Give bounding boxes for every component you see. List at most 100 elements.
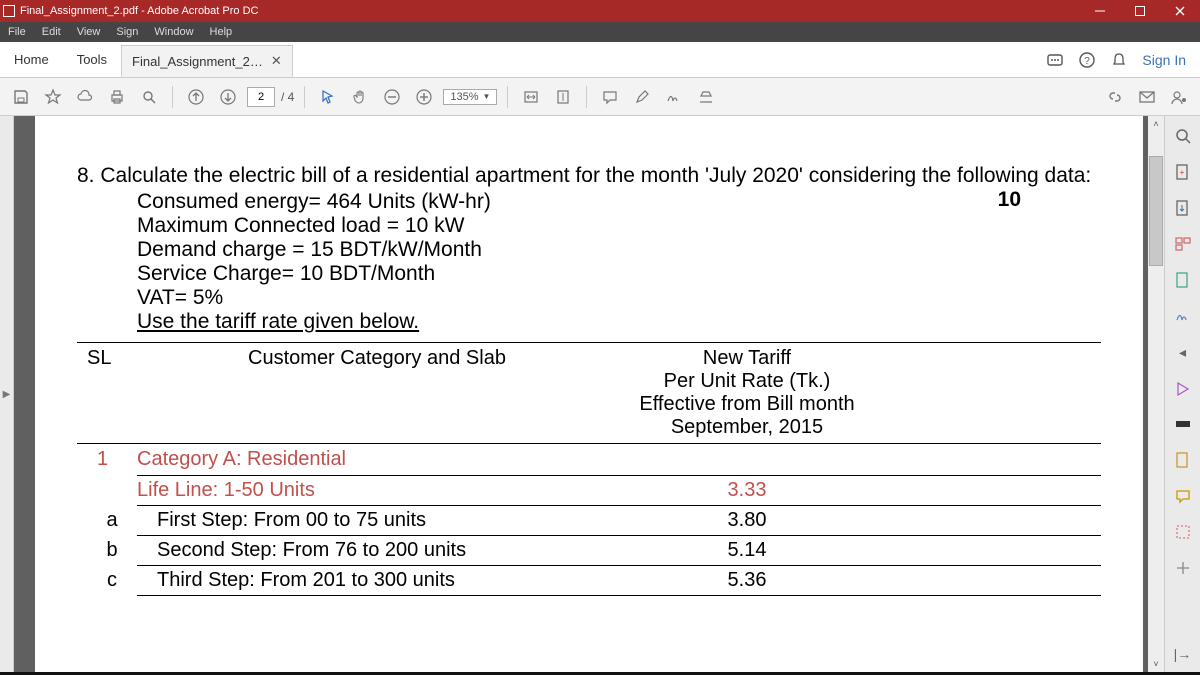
acrobat-icon bbox=[0, 5, 18, 17]
fill-sign-icon[interactable] bbox=[1171, 376, 1195, 400]
th-desc: Customer Category and Slab bbox=[137, 347, 617, 370]
maximize-button[interactable] bbox=[1120, 0, 1160, 22]
page-up-icon[interactable] bbox=[183, 84, 209, 110]
tools-pane: + ◂ |→ bbox=[1164, 116, 1200, 672]
data-line: Service Charge= 10 BDT/Month bbox=[137, 262, 1101, 286]
help-icon[interactable]: ? bbox=[1078, 51, 1096, 69]
stamp-icon[interactable] bbox=[693, 84, 719, 110]
tariff-sl: c bbox=[77, 569, 137, 592]
zoom-value: 135% bbox=[450, 91, 478, 103]
tariff-desc: Life Line: 1-50 Units bbox=[137, 479, 617, 502]
zoom-out-icon[interactable] bbox=[379, 84, 405, 110]
data-line: Demand charge = 15 BDT/kW/Month bbox=[137, 238, 1101, 262]
menu-view[interactable]: View bbox=[69, 26, 109, 38]
menu-sign[interactable]: Sign bbox=[108, 26, 146, 38]
svg-text:?: ? bbox=[1085, 56, 1091, 67]
document-area: ▶ 8. Calculate the electric bill of a re… bbox=[0, 116, 1200, 672]
window-title: Final_Assignment_2.pdf - Adobe Acrobat P… bbox=[18, 5, 1080, 17]
question-text: Calculate the electric bill of a residen… bbox=[100, 164, 1091, 187]
cat-name: Category A: Residential bbox=[137, 448, 617, 471]
search-tool-icon[interactable] bbox=[1171, 124, 1195, 148]
fit-width-icon[interactable] bbox=[518, 84, 544, 110]
cloud-icon[interactable] bbox=[72, 84, 98, 110]
optimize-icon[interactable] bbox=[1171, 556, 1195, 580]
menu-bar: File Edit View Sign Window Help bbox=[0, 22, 1200, 42]
zoom-select[interactable]: 135%▼ bbox=[443, 89, 497, 105]
edit-pdf-icon[interactable] bbox=[1171, 268, 1195, 292]
question-marks: 10 bbox=[998, 188, 1101, 212]
page-total-label: / 4 bbox=[281, 90, 294, 104]
create-pdf-icon[interactable]: + bbox=[1171, 160, 1195, 184]
tariff-sl: a bbox=[77, 509, 137, 532]
print-icon[interactable] bbox=[104, 84, 130, 110]
scroll-up-icon[interactable]: ˄ bbox=[1148, 116, 1164, 132]
highlight-icon[interactable] bbox=[629, 84, 655, 110]
tariff-desc: First Step: From 00 to 75 units bbox=[137, 509, 617, 532]
scroll-thumb[interactable] bbox=[1149, 156, 1163, 266]
hand-icon[interactable] bbox=[347, 84, 373, 110]
svg-text:+: + bbox=[1179, 168, 1184, 177]
collapse-pane-icon[interactable]: ◂ bbox=[1171, 340, 1195, 364]
tariff-rate: 3.33 bbox=[617, 479, 877, 502]
left-nav-handle[interactable]: ▶ bbox=[0, 116, 14, 672]
tariff-rate: 5.36 bbox=[617, 569, 877, 592]
page-down-icon[interactable] bbox=[215, 84, 241, 110]
th-sl: SL bbox=[77, 347, 137, 370]
email-icon[interactable] bbox=[1134, 84, 1160, 110]
signature-tool-icon[interactable] bbox=[1171, 304, 1195, 328]
th-rate: Effective from Bill month bbox=[617, 393, 877, 416]
th-rate: September, 2015 bbox=[617, 416, 877, 439]
tariff-rate: 3.80 bbox=[617, 509, 877, 532]
comment-icon[interactable] bbox=[597, 84, 623, 110]
tab-active-document[interactable]: Final_Assignment_2… ✕ bbox=[121, 45, 293, 77]
redact-icon[interactable] bbox=[1171, 412, 1195, 436]
tab-tools[interactable]: Tools bbox=[63, 42, 121, 77]
menu-window[interactable]: Window bbox=[146, 26, 201, 38]
cat-num: 1 bbox=[77, 448, 137, 471]
data-line: Maximum Connected load = 10 kW bbox=[137, 214, 1101, 238]
share-link-icon[interactable] bbox=[1102, 84, 1128, 110]
tariff-rate: 5.14 bbox=[617, 539, 877, 562]
save-icon[interactable] bbox=[8, 84, 34, 110]
tab-home[interactable]: Home bbox=[0, 42, 63, 77]
chat-icon[interactable] bbox=[1046, 51, 1064, 69]
sign-in-link[interactable]: Sign In bbox=[1142, 52, 1186, 68]
minimize-button[interactable] bbox=[1080, 0, 1120, 22]
menu-edit[interactable]: Edit bbox=[34, 26, 69, 38]
toolbar: / 4 135%▼ bbox=[0, 78, 1200, 116]
sign-icon[interactable] bbox=[661, 84, 687, 110]
menu-file[interactable]: File bbox=[0, 26, 34, 38]
tariff-desc: Second Step: From 76 to 200 units bbox=[137, 539, 617, 562]
export-pdf-icon[interactable] bbox=[1171, 196, 1195, 220]
data-line: Use the tariff rate given below. bbox=[137, 310, 1101, 334]
fit-page-icon[interactable] bbox=[550, 84, 576, 110]
close-tab-icon[interactable]: ✕ bbox=[271, 53, 282, 69]
scroll-down-icon[interactable]: ˅ bbox=[1148, 656, 1164, 672]
search-icon[interactable] bbox=[136, 84, 162, 110]
star-icon[interactable] bbox=[40, 84, 66, 110]
organize-icon[interactable] bbox=[1171, 232, 1195, 256]
zoom-in-icon[interactable] bbox=[411, 84, 437, 110]
menu-help[interactable]: Help bbox=[202, 26, 241, 38]
tab-row: Home Tools Final_Assignment_2… ✕ ? Sign … bbox=[0, 42, 1200, 78]
bell-icon[interactable] bbox=[1110, 51, 1128, 69]
more-tools-icon[interactable] bbox=[1171, 520, 1195, 544]
question-number: 8. bbox=[77, 164, 95, 187]
th-rate: Per Unit Rate (Tk.) bbox=[617, 370, 877, 393]
title-bar: Final_Assignment_2.pdf - Adobe Acrobat P… bbox=[0, 0, 1200, 22]
data-line: VAT= 5% bbox=[137, 286, 1101, 310]
data-line: Consumed energy= 464 Units (kW-hr) bbox=[137, 190, 1101, 214]
share-people-icon[interactable] bbox=[1166, 84, 1192, 110]
comment-tool-icon[interactable] bbox=[1171, 484, 1195, 508]
tariff-sl: b bbox=[77, 539, 137, 562]
th-rate: New Tariff bbox=[617, 347, 877, 370]
tariff-desc: Third Step: From 201 to 300 units bbox=[137, 569, 617, 592]
protect-icon[interactable] bbox=[1171, 448, 1195, 472]
page-number-input[interactable] bbox=[247, 87, 275, 107]
pointer-icon[interactable] bbox=[315, 84, 341, 110]
scrollbar[interactable]: ˄ ˅ bbox=[1148, 116, 1164, 672]
tab-active-label: Final_Assignment_2… bbox=[132, 54, 263, 69]
expand-pane-icon[interactable]: |→ bbox=[1171, 642, 1195, 666]
close-button[interactable] bbox=[1160, 0, 1200, 22]
pdf-page: 8. Calculate the electric bill of a resi… bbox=[35, 116, 1143, 672]
